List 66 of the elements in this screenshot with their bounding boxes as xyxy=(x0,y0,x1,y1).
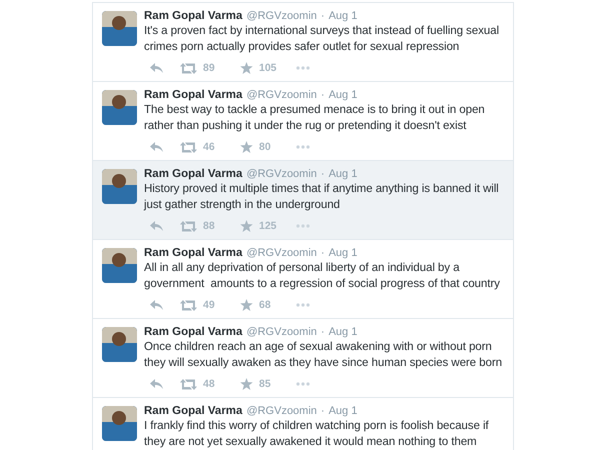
favorite-count: 68 xyxy=(259,299,271,311)
reply-icon[interactable] xyxy=(150,221,163,231)
author-name[interactable]: Ram Gopal Varma xyxy=(144,88,242,102)
favorite-count: 105 xyxy=(259,62,277,74)
tweet-date[interactable]: Aug 1 xyxy=(328,246,358,260)
author-handle[interactable]: @RGVzoomin xyxy=(246,9,317,23)
avatar-placeholder[interactable] xyxy=(102,90,137,125)
author-name[interactable]: Ram Gopal Varma xyxy=(144,404,242,418)
reply-icon[interactable] xyxy=(150,379,163,389)
retweet-icon[interactable] xyxy=(180,378,197,390)
more-icon[interactable] xyxy=(296,66,310,70)
retweet-icon[interactable] xyxy=(180,220,197,232)
retweet-count: 88 xyxy=(203,220,215,232)
star-icon[interactable] xyxy=(240,62,253,74)
separator-dot: · xyxy=(320,88,325,102)
retweet-count: 89 xyxy=(203,62,215,74)
author-handle[interactable]: @RGVzoomin xyxy=(246,167,317,181)
author-handle[interactable]: @RGVzoomin xyxy=(246,88,317,102)
reply-icon[interactable] xyxy=(150,63,163,73)
retweet-icon[interactable] xyxy=(180,142,197,152)
favorite-count: 85 xyxy=(259,378,271,390)
tweet-text: All in all any deprivation of personal liberty of an individual by a government amounts to a regression of social progress of that country xyxy=(144,260,501,292)
tweet-text: The best way to tackle a presumed menace is to bring it out in open rather than pushing it under the rug or pretending it doesn't exist xyxy=(144,102,486,134)
retweet-count: 49 xyxy=(203,299,215,311)
author-name[interactable]: Ram Gopal Varma xyxy=(144,246,242,260)
author-name[interactable]: Ram Gopal Varma xyxy=(144,167,242,181)
separator-dot: · xyxy=(320,167,325,181)
separator-dot: · xyxy=(320,404,325,418)
retweet-count: 46 xyxy=(203,141,215,153)
avatar-placeholder[interactable] xyxy=(102,327,137,362)
star-icon[interactable] xyxy=(240,220,253,232)
separator-dot: · xyxy=(320,325,325,339)
star-icon[interactable] xyxy=(240,299,253,311)
reply-icon[interactable] xyxy=(150,142,163,152)
star-icon[interactable] xyxy=(240,378,253,390)
tweet-text: It's a proven fact by international surveys that instead of fuelling sexual crimes porn actually provides safer outlet for sexual repression xyxy=(144,23,500,55)
author-handle[interactable]: @RGVzoomin xyxy=(246,246,317,260)
avatar-placeholder[interactable] xyxy=(102,248,137,283)
favorite-count: 80 xyxy=(259,141,271,153)
more-icon[interactable] xyxy=(296,303,310,307)
star-icon[interactable] xyxy=(240,141,253,153)
more-icon[interactable] xyxy=(296,145,310,149)
tweet-date[interactable]: Aug 1 xyxy=(328,325,358,339)
favorite-count: 125 xyxy=(259,220,277,232)
tweet-date[interactable]: Aug 1 xyxy=(328,88,358,102)
more-icon[interactable] xyxy=(296,382,310,386)
tweet-date[interactable]: Aug 1 xyxy=(328,404,358,418)
author-name[interactable]: Ram Gopal Varma xyxy=(144,9,242,23)
avatar-placeholder[interactable] xyxy=(102,11,137,46)
avatar-placeholder[interactable] xyxy=(102,406,137,441)
author-name[interactable]: Ram Gopal Varma xyxy=(144,325,242,339)
avatar-placeholder[interactable] xyxy=(102,169,137,204)
retweet-icon[interactable] xyxy=(180,62,197,74)
separator-dot: · xyxy=(320,246,325,260)
author-handle[interactable]: @RGVzoomin xyxy=(246,404,317,418)
tweet-date[interactable]: Aug 1 xyxy=(328,9,358,23)
retweet-icon[interactable] xyxy=(180,300,197,310)
tweet-text: History proved it multiple times that if anytime anything is banned it will just gather strength in the underground xyxy=(144,181,500,213)
reply-icon[interactable] xyxy=(150,300,163,310)
more-icon[interactable] xyxy=(296,224,310,228)
tweet-text: I frankly find this worry of children watching porn is foolish because if they are not yet sexually awakened it would mean nothing to them xyxy=(144,418,490,450)
tweet-text: Once children reach an age of sexual awakening with or without porn they will sexually awaken as they have since human species were born xyxy=(144,339,503,371)
separator-dot: · xyxy=(320,9,325,23)
retweet-count: 48 xyxy=(203,378,215,390)
tweet-date[interactable]: Aug 1 xyxy=(328,167,358,181)
author-handle[interactable]: @RGVzoomin xyxy=(246,325,317,339)
